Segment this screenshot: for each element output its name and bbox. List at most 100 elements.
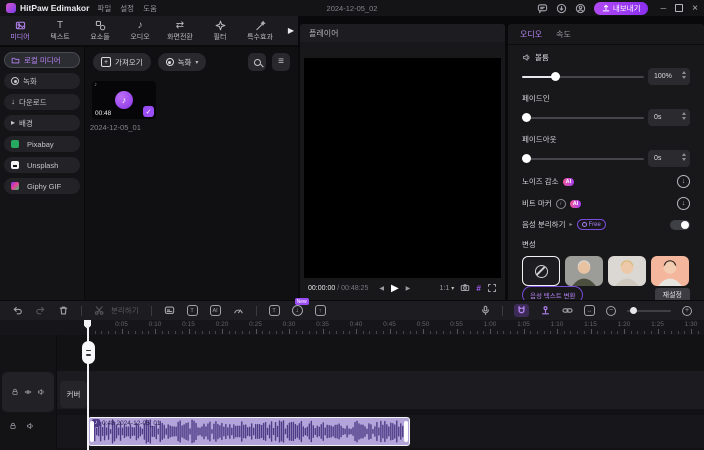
search-button[interactable] bbox=[248, 53, 266, 71]
next-frame-icon[interactable]: ▶ bbox=[406, 285, 411, 292]
beat-download-icon[interactable]: ↓ bbox=[677, 197, 690, 210]
fullscreen-icon[interactable] bbox=[487, 283, 497, 293]
volume-value[interactable]: 100% bbox=[648, 68, 690, 85]
fade-in-stepper[interactable] bbox=[682, 112, 686, 120]
tab-media[interactable]: 미디어 bbox=[0, 19, 40, 42]
tab-filter[interactable]: 필터 bbox=[200, 19, 240, 42]
voice-option-male[interactable] bbox=[565, 256, 603, 286]
sidebar-item-pixabay[interactable]: Pixabay bbox=[4, 136, 80, 152]
undo-icon[interactable] bbox=[12, 305, 23, 316]
sidebar-item-background[interactable]: ▸ 배경 bbox=[4, 115, 80, 131]
split-icon[interactable] bbox=[94, 305, 105, 316]
sidebar-item-unsplash[interactable]: Unsplash bbox=[4, 157, 80, 173]
delete-icon[interactable] bbox=[58, 305, 69, 316]
download-tool-icon[interactable]: ↓ bbox=[291, 305, 303, 316]
sidebar-item-record[interactable]: 녹화 bbox=[4, 73, 80, 89]
voiceover-mic-icon[interactable] bbox=[480, 305, 491, 316]
template-text-icon[interactable]: T bbox=[268, 305, 280, 316]
tab-audio[interactable]: ♪ 오디오 bbox=[120, 19, 160, 42]
aspect-ratio-select[interactable]: 1:1 ▾ bbox=[440, 285, 455, 292]
tab-effects[interactable]: 특수효과 bbox=[240, 19, 280, 42]
play-icon[interactable]: ▶ bbox=[391, 283, 399, 294]
volume-stepper[interactable] bbox=[682, 71, 686, 79]
fade-out-slider[interactable] bbox=[522, 154, 644, 163]
magnet-icon[interactable] bbox=[514, 304, 529, 317]
zoom-out-icon[interactable]: − bbox=[606, 305, 616, 316]
record-button[interactable]: 녹화 ▾ bbox=[157, 53, 207, 71]
ribbon: 미디어 T 텍스트 요소들 ♪ 오디오 ⇄ 화면전환 필터 특수효과 ▶ bbox=[0, 16, 298, 46]
clip-trim-handle-right[interactable] bbox=[404, 421, 408, 442]
lock-track-icon[interactable] bbox=[11, 388, 19, 396]
ai-tool-icon[interactable]: AI bbox=[209, 305, 221, 316]
voice-option-girl[interactable] bbox=[651, 256, 689, 286]
sidebar-item-giphy[interactable]: Giphy GIF bbox=[4, 178, 80, 194]
import-button[interactable]: + 가져오기 bbox=[93, 53, 151, 71]
reset-button[interactable]: 재설정 bbox=[654, 287, 690, 300]
close-button[interactable]: × bbox=[692, 3, 698, 14]
ruler-tick bbox=[644, 331, 646, 334]
export-button[interactable]: 내보내기 bbox=[593, 1, 649, 15]
fade-out-value[interactable]: 0s bbox=[648, 150, 690, 167]
text-tool-icon[interactable]: T bbox=[186, 305, 198, 316]
voice-option-female[interactable] bbox=[608, 256, 646, 286]
media-item-thumbnail[interactable]: ♪ ♪ 00:48 ✓ bbox=[92, 81, 156, 119]
video-track[interactable] bbox=[57, 371, 704, 409]
minimize-button[interactable]: ─ bbox=[660, 4, 666, 13]
menu-settings[interactable]: 설정 bbox=[120, 3, 134, 14]
menu-help[interactable]: 도움 bbox=[143, 3, 157, 14]
fade-out-stepper[interactable] bbox=[682, 153, 686, 161]
redo-icon[interactable] bbox=[35, 305, 46, 316]
download-icon: ↓ bbox=[11, 97, 15, 106]
ruler-tick bbox=[590, 329, 592, 334]
lock-audio-track-icon[interactable] bbox=[9, 422, 17, 430]
speed-tool-icon[interactable] bbox=[233, 305, 244, 316]
audio-clip[interactable]: ♪ 0:48 2024-12-05_01 bbox=[88, 417, 410, 446]
snapshot-icon[interactable] bbox=[460, 283, 470, 293]
grid-icon[interactable]: # bbox=[476, 283, 481, 293]
playhead[interactable] bbox=[87, 320, 89, 450]
ruler-tick bbox=[242, 331, 244, 334]
tab-speed[interactable]: 속도 bbox=[556, 29, 571, 40]
clip-trim-handle-left[interactable] bbox=[90, 421, 94, 442]
tab-elements[interactable]: 요소들 bbox=[80, 19, 120, 42]
speech-to-text-button[interactable]: 음성 텍스트 변환 bbox=[522, 286, 584, 300]
feedback-icon[interactable] bbox=[537, 3, 548, 14]
link-icon[interactable] bbox=[562, 305, 573, 316]
fit-timeline-icon[interactable]: ↔ bbox=[584, 305, 595, 316]
more-tabs-icon[interactable]: ▶ bbox=[288, 26, 294, 35]
playhead-handle[interactable] bbox=[81, 341, 95, 364]
sidebar-item-download[interactable]: ↓ 다운로드 bbox=[4, 94, 80, 110]
mute-track-icon[interactable] bbox=[37, 388, 45, 396]
account-icon[interactable] bbox=[575, 3, 586, 14]
zoom-in-icon[interactable]: + bbox=[682, 305, 692, 316]
download-center-icon[interactable] bbox=[556, 3, 567, 14]
mute-audio-track-icon[interactable] bbox=[26, 422, 34, 430]
fade-in-slider[interactable] bbox=[522, 113, 644, 122]
noise-download-icon[interactable]: ↓ bbox=[677, 175, 690, 188]
cover-button[interactable]: 커버 bbox=[60, 381, 87, 408]
audio-file-icon: ♪ bbox=[94, 82, 97, 88]
export-frame-icon[interactable]: ↑ bbox=[314, 305, 326, 316]
subtitle-icon[interactable] bbox=[164, 305, 175, 316]
tab-text[interactable]: T 텍스트 bbox=[40, 19, 80, 42]
voice-split-toggle[interactable] bbox=[670, 219, 690, 230]
fade-in-value[interactable]: 0s bbox=[648, 109, 690, 126]
timeline-zoom-slider[interactable] bbox=[627, 307, 671, 314]
hide-track-icon[interactable] bbox=[24, 388, 32, 396]
media-item-name: 2024-12-05_01 bbox=[90, 123, 141, 132]
sidebar-item-local-media[interactable]: 로컬 미디어 bbox=[4, 52, 80, 68]
volume-slider[interactable] bbox=[522, 72, 644, 81]
fade-out-value-text: 0s bbox=[654, 155, 662, 162]
menu-file[interactable]: 파일 bbox=[97, 3, 111, 14]
timeline-ruler[interactable]: 0:05 0:10 0:15 0:20 0:25 0:30 0:35 0:40 0:45 0:50… bbox=[0, 320, 704, 335]
video-preview[interactable] bbox=[304, 58, 501, 278]
split-label[interactable]: 분리하기 bbox=[111, 305, 139, 316]
tab-audio[interactable]: 오디오 bbox=[520, 29, 542, 40]
voice-option-none[interactable] bbox=[522, 256, 560, 286]
tab-transition[interactable]: ⇄ 화면전환 bbox=[160, 19, 200, 42]
sort-button[interactable]: ≡ bbox=[272, 53, 290, 71]
prev-frame-icon[interactable]: ◀ bbox=[379, 285, 384, 292]
auto-attach-icon[interactable] bbox=[540, 305, 551, 316]
maximize-button[interactable] bbox=[675, 4, 684, 12]
ruler-tick bbox=[423, 329, 424, 334]
